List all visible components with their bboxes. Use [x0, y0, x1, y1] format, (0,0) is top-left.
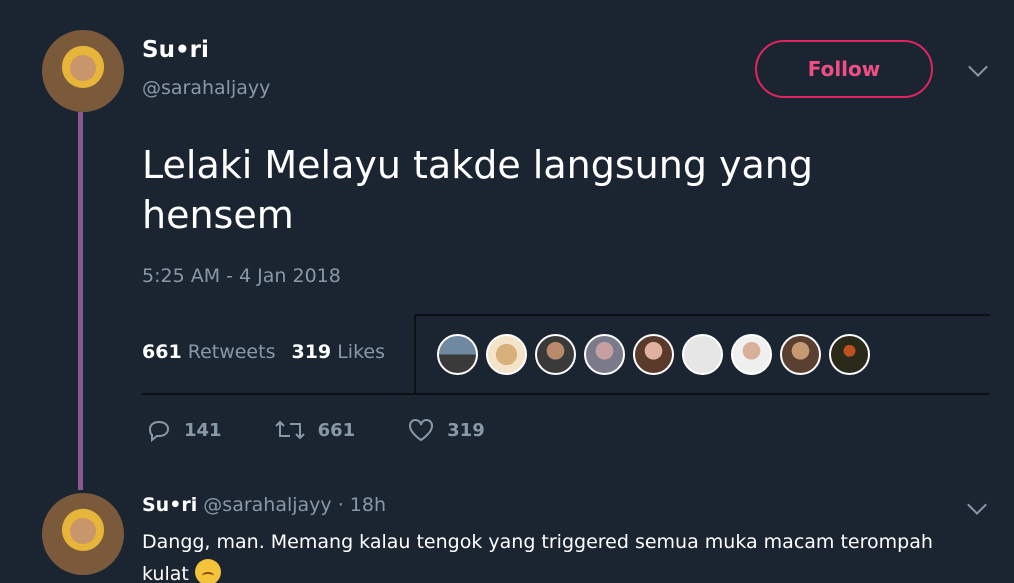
retweets-count: 661	[142, 341, 182, 363]
follow-button-label: Follow	[807, 57, 881, 81]
reply-icon	[146, 418, 172, 442]
liker-avatars	[437, 334, 870, 375]
stats-divider-bottom	[142, 393, 990, 395]
reply-author-handle[interactable]: @sarahaljayy	[203, 494, 331, 516]
reply-text-content: Dangg, man. Memang kalau tengok yang tri…	[142, 531, 933, 583]
liker-avatar[interactable]	[584, 334, 625, 375]
liker-avatar[interactable]	[682, 334, 723, 375]
like-count: 319	[447, 419, 485, 441]
stats-divider-vertical	[414, 314, 416, 395]
reply-count: 141	[184, 419, 222, 441]
chevron-down-icon[interactable]	[967, 495, 987, 515]
likes-label: Likes	[337, 341, 385, 363]
author-avatar[interactable]	[42, 30, 124, 112]
liker-avatar[interactable]	[486, 334, 527, 375]
reply-header: Su•ri @sarahaljayy · 18h	[142, 494, 386, 516]
likes-stat[interactable]: 319 Likes	[291, 341, 385, 363]
heart-icon	[407, 418, 435, 442]
tweet-stats: 661 Retweets 319 Likes	[142, 341, 385, 363]
likes-count: 319	[291, 341, 332, 363]
like-action[interactable]: 319	[407, 418, 485, 442]
author-name[interactable]: Su•ri	[142, 37, 209, 63]
reply-text: Dangg, man. Memang kalau tengok yang tri…	[142, 526, 962, 583]
retweets-stat[interactable]: 661 Retweets	[142, 341, 275, 363]
chevron-down-icon[interactable]	[968, 57, 988, 77]
author-handle[interactable]: @sarahaljayy	[142, 77, 270, 99]
reply-author-name[interactable]: Su•ri	[142, 494, 197, 516]
reply-action[interactable]: 141	[146, 418, 222, 442]
tweet-actions: 141 661 319	[146, 418, 537, 442]
liker-avatar[interactable]	[633, 334, 674, 375]
tweet-timestamp[interactable]: 5:25 AM - 4 Jan 2018	[142, 265, 341, 287]
liker-avatar[interactable]	[535, 334, 576, 375]
reply-time[interactable]: · 18h	[338, 494, 386, 516]
liker-avatar[interactable]	[731, 334, 772, 375]
retweets-label: Retweets	[187, 341, 276, 363]
thread-line	[78, 112, 83, 490]
tweet-page: Su•ri @sarahaljayy Follow Lelaki Melayu …	[0, 0, 1014, 583]
crying-face-emoji-icon	[194, 559, 221, 583]
retweet-action[interactable]: 661	[274, 418, 356, 442]
follow-button[interactable]: Follow	[755, 40, 933, 98]
tweet-text: Lelaki Melayu takde langsung yang hensem	[142, 143, 813, 237]
liker-avatar[interactable]	[780, 334, 821, 375]
stats-divider-top	[416, 314, 990, 316]
retweet-icon	[274, 418, 306, 442]
liker-avatar[interactable]	[437, 334, 478, 375]
reply-author-avatar[interactable]	[42, 493, 124, 575]
retweet-count: 661	[317, 419, 356, 441]
liker-avatar[interactable]	[829, 334, 870, 375]
